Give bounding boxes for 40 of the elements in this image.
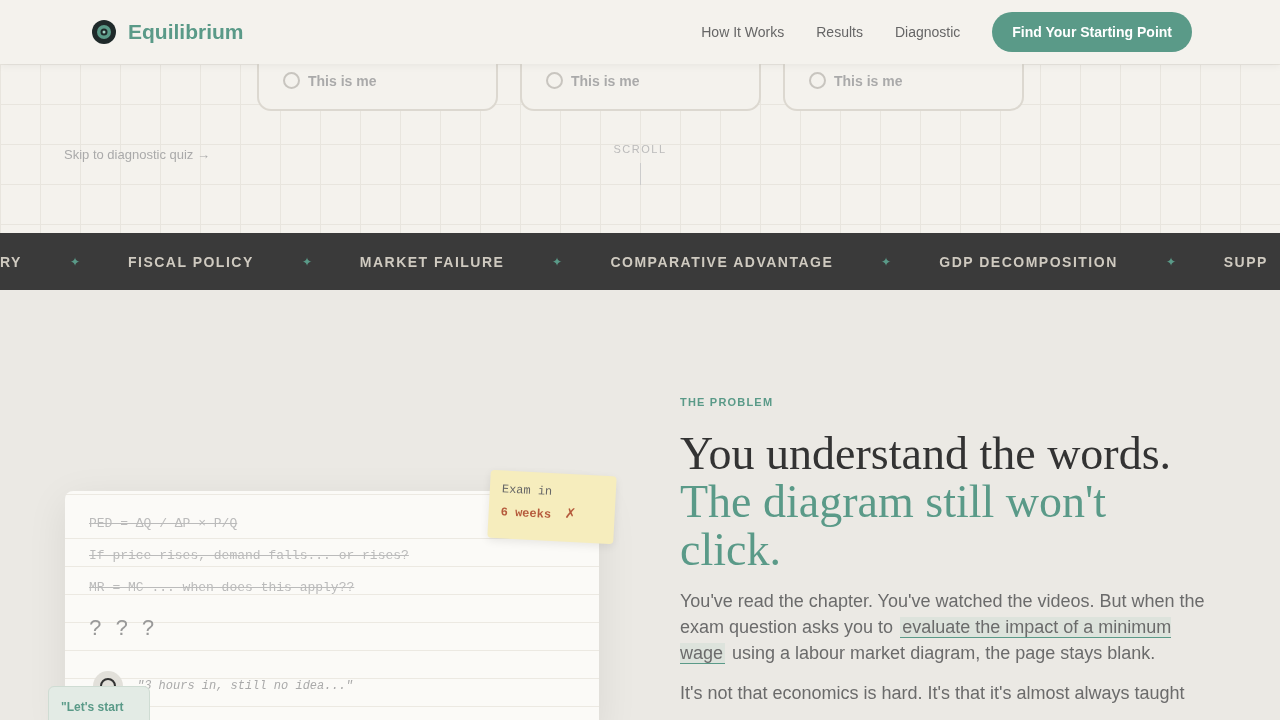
brand-name[interactable]: Equilibrium	[128, 20, 244, 44]
star-separator: ✦	[69, 254, 80, 269]
scroll-line	[639, 163, 641, 185]
cta-button[interactable]: Find Your Starting Point	[992, 12, 1192, 52]
question-marks: ? ? ?	[89, 617, 156, 644]
topic-label: SUPP	[1223, 253, 1268, 270]
exam-label: Exam in	[501, 482, 554, 501]
topic-label: MARKET FAILURE	[359, 253, 505, 270]
option-card[interactable]: This is me	[257, 64, 498, 111]
logo-icon	[90, 18, 118, 46]
heading-accent: The diagram still won't click.	[680, 478, 1108, 574]
paragraph: It's not that economics is hard. It's that it's almost always taught	[680, 682, 1186, 705]
topic-label: RY	[0, 253, 22, 270]
star-separator: ✦	[552, 254, 563, 269]
topic-label: GDP DECOMPOSITION	[939, 253, 1118, 270]
star-separator: ✦	[881, 254, 892, 269]
star-separator: ✦	[1165, 254, 1176, 269]
option-card[interactable]: This is me	[783, 64, 1024, 111]
option-card[interactable]: This is me	[520, 64, 761, 111]
crossed-note: MR = MC ... when does this apply??	[89, 579, 356, 597]
nav-link[interactable]: Diagnostic	[894, 24, 961, 40]
star-separator: ✦	[301, 254, 312, 269]
nav-link[interactable]: How It Works	[701, 24, 785, 40]
option-label: This is me	[308, 72, 377, 89]
radio-button[interactable]	[283, 72, 300, 89]
section-eyebrow: THE PROBLEM	[680, 396, 775, 408]
option-label: This is me	[834, 72, 903, 89]
radio-button[interactable]	[809, 72, 826, 89]
scroll-hint: SCROLL	[613, 143, 667, 155]
option-label: This is me	[571, 72, 640, 89]
cross-mark: ✗	[564, 502, 576, 524]
exam-countdown: 6 weeks	[500, 505, 552, 522]
topic-label: FISCAL POLICY	[127, 253, 254, 270]
side-note-text: "Let's start	[61, 700, 124, 714]
heading: You understand the words.	[680, 430, 1173, 478]
skip-link[interactable]: Skip to diagnostic quiz →	[64, 147, 613, 185]
nav-link[interactable]: Results	[816, 24, 863, 40]
topic-label: COMPARATIVE ADVANTAGE	[610, 253, 834, 270]
crossed-note: If price rises, demand falls... or rises?	[89, 547, 410, 565]
radio-button[interactable]	[546, 72, 563, 89]
